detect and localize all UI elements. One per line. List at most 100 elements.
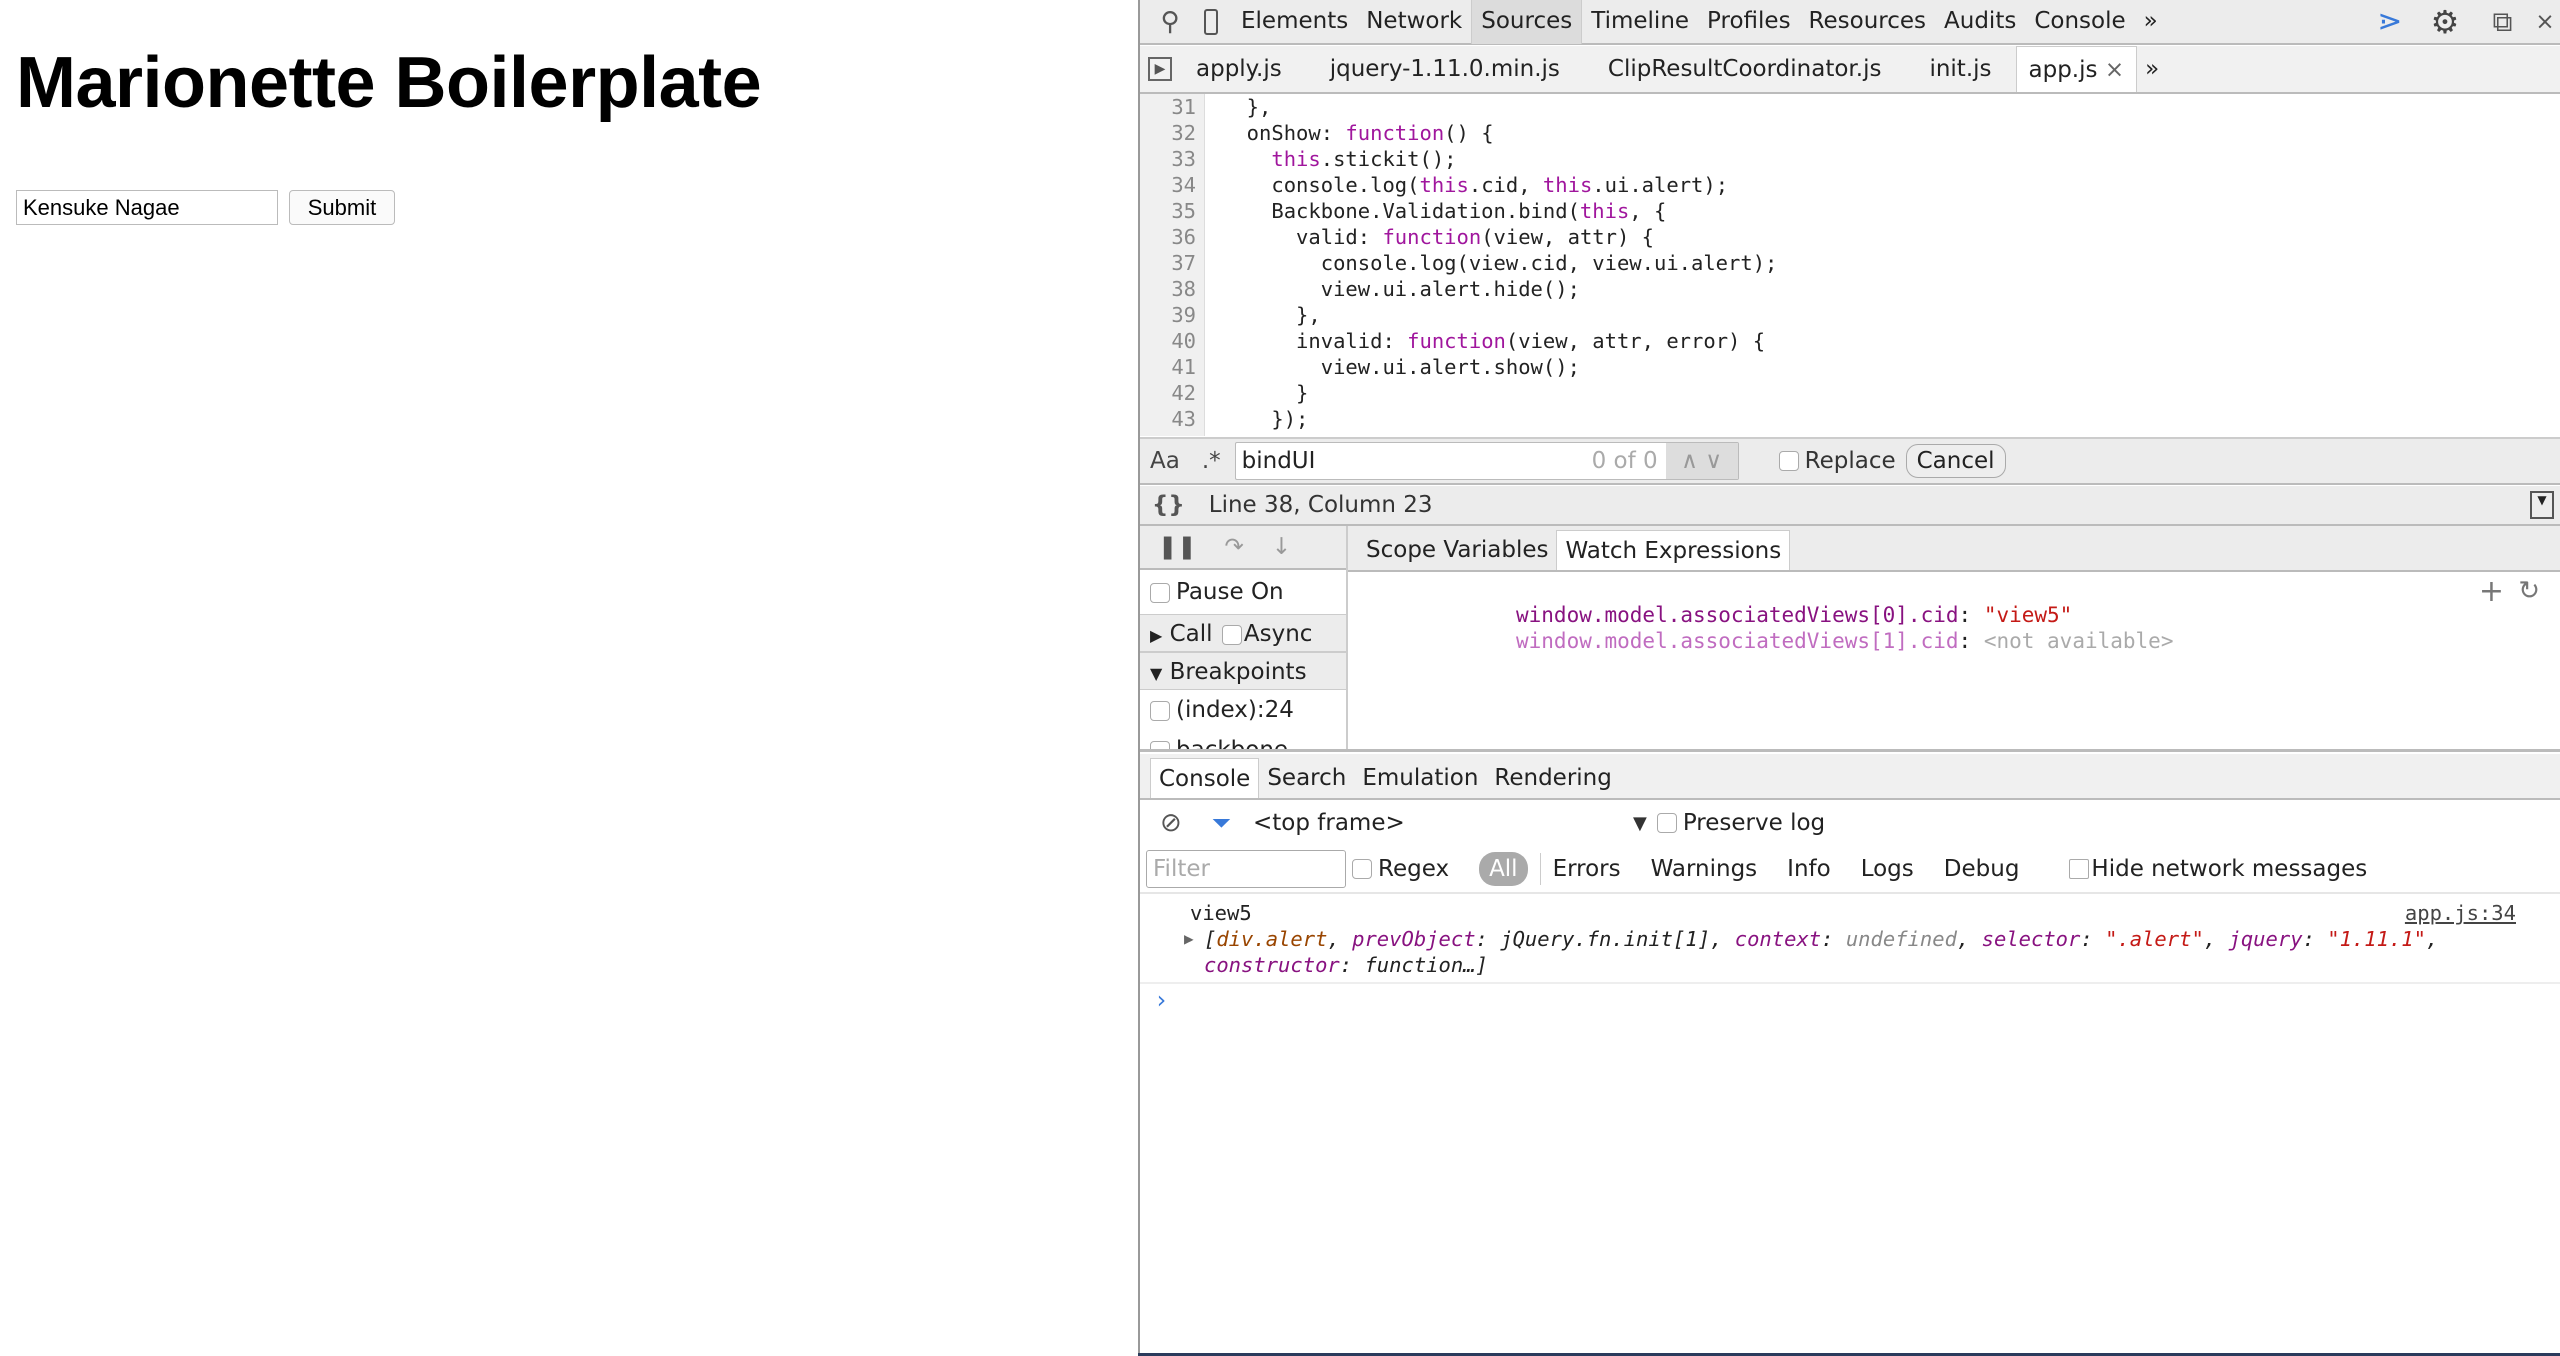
code-line[interactable]: 32 onShow: function() { bbox=[1140, 120, 2560, 146]
tab-rendering[interactable]: Rendering bbox=[1486, 758, 1619, 798]
console-prompt[interactable]: › bbox=[1140, 984, 2560, 1014]
code-line[interactable]: 34 console.log(this.cid, this.ui.alert); bbox=[1140, 172, 2560, 198]
tab-network[interactable]: Network bbox=[1357, 0, 1471, 44]
breakpoint-item[interactable]: (index):24 bbox=[1176, 697, 1294, 723]
tab-emulation[interactable]: Emulation bbox=[1354, 758, 1486, 798]
more-files-icon[interactable]: » bbox=[2137, 46, 2167, 92]
code-line[interactable]: 36 valid: function(view, attr) { bbox=[1140, 224, 2560, 250]
submit-button[interactable]: Submit bbox=[289, 190, 395, 225]
line-number[interactable]: 32 bbox=[1140, 120, 1196, 146]
line-number[interactable]: 41 bbox=[1140, 354, 1196, 380]
async-checkbox[interactable] bbox=[1221, 624, 1242, 645]
preserve-log-checkbox[interactable] bbox=[1656, 813, 1677, 833]
code-line[interactable]: 31 }, bbox=[1140, 94, 2560, 120]
name-input[interactable] bbox=[16, 190, 278, 225]
code-line[interactable]: 35 Backbone.Validation.bind(this, { bbox=[1140, 198, 2560, 224]
file-tab[interactable]: apply.js bbox=[1172, 46, 1306, 92]
file-tab[interactable]: jquery-1.11.0.min.js bbox=[1306, 46, 1584, 92]
line-number[interactable]: 43 bbox=[1140, 406, 1196, 432]
breakpoints-section[interactable]: ▼ Breakpoints bbox=[1140, 652, 1346, 690]
console-filter-input[interactable]: Filter bbox=[1146, 850, 1346, 888]
line-number[interactable]: 33 bbox=[1140, 146, 1196, 172]
line-number[interactable]: 42 bbox=[1140, 380, 1196, 406]
level-warnings[interactable]: Warnings bbox=[1651, 856, 1758, 882]
level-debug[interactable]: Debug bbox=[1944, 856, 2020, 882]
frame-dropdown-icon[interactable]: ▼ bbox=[1633, 813, 1647, 834]
tab-timeline[interactable]: Timeline bbox=[1582, 0, 1698, 44]
source-link[interactable]: app.js:34 bbox=[2405, 900, 2516, 926]
level-errors[interactable]: Errors bbox=[1553, 856, 1621, 882]
expand-object-icon[interactable]: ▶ bbox=[1184, 926, 1194, 952]
more-tabs-icon[interactable]: » bbox=[2135, 0, 2167, 44]
device-mode-icon[interactable] bbox=[1204, 8, 1218, 35]
tab-profiles[interactable]: Profiles bbox=[1698, 0, 1800, 44]
pause-icon[interactable]: ❚❚ bbox=[1158, 534, 1197, 560]
watch-expression[interactable]: window.model.associatedViews[1].cid: <no… bbox=[1516, 628, 2173, 654]
line-number[interactable]: 39 bbox=[1140, 302, 1196, 328]
search-icon[interactable]: ⚲ bbox=[1150, 7, 1190, 37]
code-editor[interactable]: 31 }, 32 onShow: function() {33 this.stic… bbox=[1140, 94, 2560, 436]
add-watch-icon[interactable]: + bbox=[2479, 574, 2504, 609]
pretty-print-icon[interactable]: {} bbox=[1152, 492, 1185, 518]
close-icon[interactable]: × bbox=[2530, 9, 2560, 35]
tab-console[interactable]: Console bbox=[2025, 0, 2134, 44]
breakpoint-item[interactable]: backbone bbox=[1176, 737, 1288, 749]
step-over-icon[interactable]: ↷ bbox=[1225, 534, 1244, 560]
code-line[interactable]: 42 } bbox=[1140, 380, 2560, 406]
tab-sources[interactable]: Sources bbox=[1471, 0, 1583, 44]
line-number[interactable]: 35 bbox=[1140, 198, 1196, 224]
file-tab[interactable]: ClipResultCoordinator.js bbox=[1584, 46, 1906, 92]
line-number[interactable]: 40 bbox=[1140, 328, 1196, 354]
tab-elements[interactable]: Elements bbox=[1232, 0, 1357, 44]
navigator-toggle-icon[interactable]: ▶ bbox=[1148, 57, 1172, 81]
search-input[interactable]: bindUI 0 of 0 ∧ ∨ bbox=[1234, 442, 1739, 480]
tab-console-drawer[interactable]: Console bbox=[1150, 758, 1260, 798]
tab-scope-variables[interactable]: Scope Variables bbox=[1358, 530, 1556, 570]
regex-checkbox[interactable] bbox=[1352, 859, 1372, 879]
tab-search[interactable]: Search bbox=[1259, 758, 1354, 798]
gear-icon[interactable]: ⚙ bbox=[2415, 3, 2475, 41]
level-info[interactable]: Info bbox=[1787, 856, 1831, 882]
code-line[interactable]: 41 view.ui.alert.show(); bbox=[1140, 354, 2560, 380]
code-line[interactable]: 38 view.ui.alert.hide(); bbox=[1140, 276, 2560, 302]
watch-expression[interactable]: window.model.associatedViews[0].cid: "vi… bbox=[1516, 602, 2173, 628]
replace-checkbox[interactable] bbox=[1778, 451, 1799, 471]
pause-on-exceptions-checkbox[interactable] bbox=[1150, 582, 1170, 603]
code-line[interactable]: 33 this.stickit(); bbox=[1140, 146, 2560, 172]
match-case-toggle[interactable]: Aa bbox=[1150, 448, 1180, 474]
code-line[interactable]: 40 invalid: function(view, attr, error) … bbox=[1140, 328, 2560, 354]
dock-icon[interactable]: ⧉ bbox=[2475, 5, 2530, 39]
line-number[interactable]: 36 bbox=[1140, 224, 1196, 250]
line-number[interactable]: 38 bbox=[1140, 276, 1196, 302]
hide-network-checkbox[interactable] bbox=[2069, 859, 2090, 879]
toggle-debugger-icon[interactable]: ▼ bbox=[2530, 491, 2554, 519]
tab-audits[interactable]: Audits bbox=[1935, 0, 2025, 44]
tab-resources[interactable]: Resources bbox=[1800, 0, 1935, 44]
code-line[interactable]: 37 console.log(view.cid, view.ui.alert); bbox=[1140, 250, 2560, 276]
filter-icon[interactable]: ⏷ bbox=[1212, 809, 1231, 837]
console-drawer-icon[interactable]: ⋗ bbox=[2365, 4, 2415, 39]
code-line[interactable]: 43 }); bbox=[1140, 406, 2560, 432]
log-object[interactable]: ▶ [div.alert, prevObject: jQuery.fn.init[… bbox=[1184, 926, 2560, 978]
close-tab-icon[interactable]: × bbox=[2105, 57, 2124, 83]
breakpoint-checkbox[interactable] bbox=[1150, 700, 1170, 721]
file-tab-active[interactable]: app.js × bbox=[2015, 46, 2138, 92]
breakpoint-checkbox[interactable] bbox=[1150, 740, 1170, 749]
code-line[interactable]: 39 }, bbox=[1140, 302, 2560, 328]
line-number[interactable]: 37 bbox=[1140, 250, 1196, 276]
line-number[interactable]: 34 bbox=[1140, 172, 1196, 198]
search-prev-next[interactable]: ∧ ∨ bbox=[1665, 443, 1738, 479]
file-tab[interactable]: init.js bbox=[1905, 46, 2015, 92]
clear-console-icon[interactable]: ⊘ bbox=[1160, 808, 1182, 838]
call-stack-section[interactable]: ▶ Call Async bbox=[1140, 614, 1346, 652]
level-all[interactable]: All bbox=[1479, 852, 1528, 886]
regex-toggle[interactable]: .* bbox=[1202, 448, 1221, 474]
refresh-watch-icon[interactable]: ↻ bbox=[2518, 576, 2540, 606]
step-into-icon[interactable]: ↓ bbox=[1272, 534, 1291, 560]
line-number[interactable]: 31 bbox=[1140, 94, 1196, 120]
level-logs[interactable]: Logs bbox=[1861, 856, 1914, 882]
cancel-button[interactable]: Cancel bbox=[1905, 444, 2006, 478]
tab-watch-expressions[interactable]: Watch Expressions bbox=[1556, 530, 1791, 570]
replace-label: Replace bbox=[1804, 448, 1896, 474]
frame-selector[interactable]: <top frame> bbox=[1253, 810, 1633, 836]
